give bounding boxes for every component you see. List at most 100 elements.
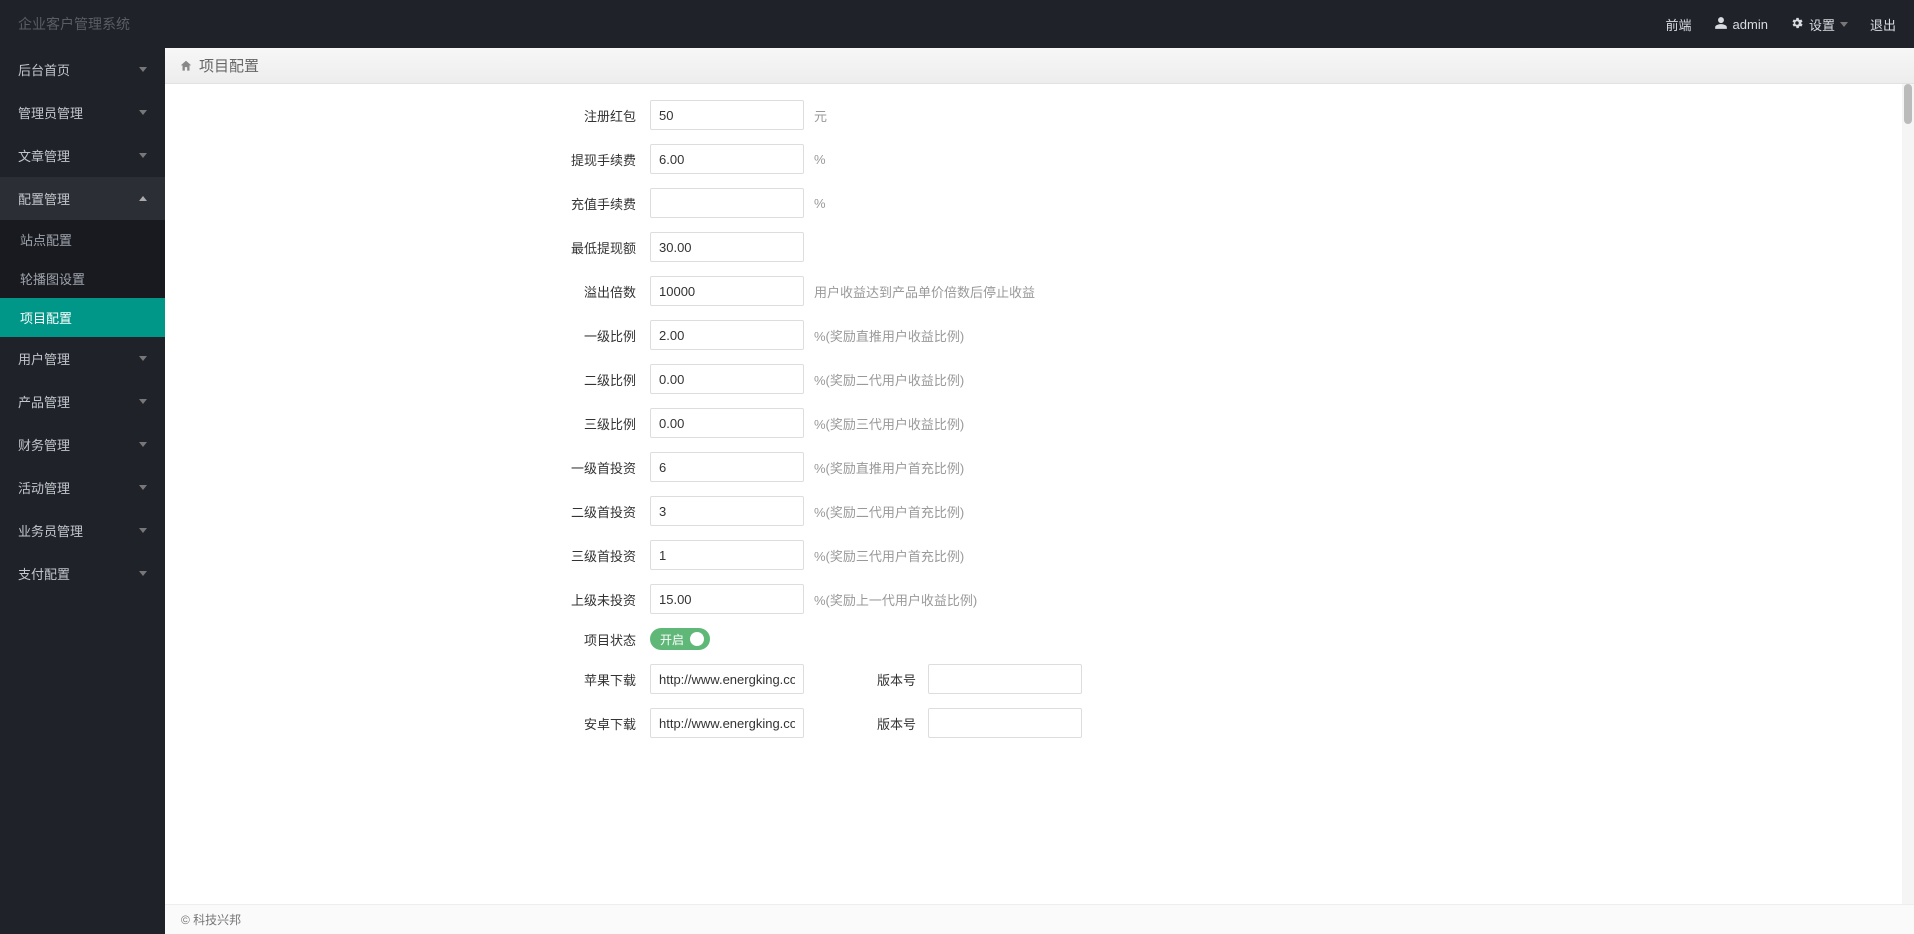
hint-recharge-fee: %: [814, 196, 826, 211]
input-ratio2[interactable]: [650, 364, 804, 394]
label-android-version: 版本号: [826, 714, 916, 733]
hint-ratio2: %(奖励二代用户收益比例): [814, 370, 964, 389]
status-switch[interactable]: 开启: [650, 628, 710, 650]
content-area: 注册红包 元 提现手续费 % 充值手续费 % 最低提现额 溢出倍数: [165, 84, 1914, 934]
chevron-down-icon: [139, 571, 147, 576]
hint-first2: %(奖励二代用户首充比例): [814, 502, 964, 521]
sidebar-item-user[interactable]: 用户管理: [0, 337, 165, 380]
input-overflow-multi[interactable]: [650, 276, 804, 306]
scrollbar-thumb[interactable]: [1904, 84, 1912, 124]
label-up-noinvest: 上级未投资: [165, 590, 650, 609]
row-first3: 三级首投资 %(奖励三代用户首充比例): [165, 540, 1914, 570]
logout-label: 退出: [1870, 15, 1896, 34]
label-first2: 二级首投资: [165, 502, 650, 521]
hint-register-bonus: 元: [814, 106, 827, 125]
input-first1[interactable]: [650, 452, 804, 482]
input-apple-version[interactable]: [928, 664, 1082, 694]
chevron-down-icon: [139, 153, 147, 158]
sidebar-sub-carousel[interactable]: 轮播图设置: [0, 259, 165, 298]
sidebar-item-sales[interactable]: 业务员管理: [0, 509, 165, 552]
top-header: 企业客户管理系统 前端 admin 设置 退出: [0, 0, 1914, 48]
hint-ratio1: %(奖励直推用户收益比例): [814, 326, 964, 345]
chevron-down-icon: [139, 485, 147, 490]
row-withdraw-fee: 提现手续费 %: [165, 144, 1914, 174]
user-icon: [1714, 16, 1728, 33]
label-first3: 三级首投资: [165, 546, 650, 565]
sidebar-item-config[interactable]: 配置管理: [0, 177, 165, 220]
breadcrumb: 项目配置: [165, 48, 1914, 84]
label-first1: 一级首投资: [165, 458, 650, 477]
logout-link[interactable]: 退出: [1870, 15, 1896, 34]
input-min-withdraw[interactable]: [650, 232, 804, 262]
input-register-bonus[interactable]: [650, 100, 804, 130]
switch-knob: [690, 632, 704, 646]
frontend-link[interactable]: 前端: [1666, 15, 1692, 34]
hint-first1: %(奖励直推用户首充比例): [814, 458, 964, 477]
row-ratio1: 一级比例 %(奖励直推用户收益比例): [165, 320, 1914, 350]
input-android-version[interactable]: [928, 708, 1082, 738]
sidebar-item-product[interactable]: 产品管理: [0, 380, 165, 423]
input-first3[interactable]: [650, 540, 804, 570]
sidebar-item-label: 活动管理: [18, 478, 70, 497]
sidebar-sub-site-config[interactable]: 站点配置: [0, 220, 165, 259]
input-up-noinvest[interactable]: [650, 584, 804, 614]
row-apple-dl: 苹果下载 版本号: [165, 664, 1914, 694]
sidebar-sub-label: 项目配置: [20, 311, 72, 326]
row-first1: 一级首投资 %(奖励直推用户首充比例): [165, 452, 1914, 482]
input-apple-dl[interactable]: [650, 664, 804, 694]
switch-text: 开启: [660, 631, 684, 648]
input-first2[interactable]: [650, 496, 804, 526]
sidebar-sub-project-config[interactable]: 项目配置: [0, 298, 165, 337]
hint-up-noinvest: %(奖励上一代用户收益比例): [814, 590, 977, 609]
sidebar-item-label: 财务管理: [18, 435, 70, 454]
label-overflow-multi: 溢出倍数: [165, 282, 650, 301]
header-right: 前端 admin 设置 退出: [1666, 15, 1896, 34]
row-overflow-multi: 溢出倍数 用户收益达到产品单价倍数后停止收益: [165, 276, 1914, 306]
hint-ratio3: %(奖励三代用户收益比例): [814, 414, 964, 433]
label-min-withdraw: 最低提现额: [165, 238, 650, 257]
sidebar-item-label: 后台首页: [18, 60, 70, 79]
chevron-down-icon: [139, 442, 147, 447]
sidebar-item-payment[interactable]: 支付配置: [0, 552, 165, 595]
footer: © 科技兴邦: [165, 904, 1914, 934]
sidebar-item-article[interactable]: 文章管理: [0, 134, 165, 177]
input-android-dl[interactable]: [650, 708, 804, 738]
sidebar-submenu-config: 站点配置 轮播图设置 项目配置: [0, 220, 165, 337]
hint-withdraw-fee: %: [814, 152, 826, 167]
sidebar-item-activity[interactable]: 活动管理: [0, 466, 165, 509]
user-label: admin: [1733, 17, 1768, 32]
hint-overflow-multi: 用户收益达到产品单价倍数后停止收益: [814, 282, 1035, 301]
label-apple-version: 版本号: [826, 670, 916, 689]
settings-menu[interactable]: 设置: [1790, 15, 1848, 34]
sidebar-sub-label: 轮播图设置: [20, 272, 85, 287]
frontend-label: 前端: [1666, 15, 1692, 34]
sidebar-item-label: 支付配置: [18, 564, 70, 583]
chevron-down-icon: [1840, 22, 1848, 27]
input-ratio3[interactable]: [650, 408, 804, 438]
input-withdraw-fee[interactable]: [650, 144, 804, 174]
brand-label: 企业客户管理系统: [18, 14, 130, 34]
copyright: © 科技兴邦: [181, 911, 241, 928]
sidebar-item-label: 产品管理: [18, 392, 70, 411]
chevron-down-icon: [139, 528, 147, 533]
page-title: 项目配置: [199, 55, 259, 76]
label-register-bonus: 注册红包: [165, 106, 650, 125]
row-min-withdraw: 最低提现额: [165, 232, 1914, 262]
row-first2: 二级首投资 %(奖励二代用户首充比例): [165, 496, 1914, 526]
label-recharge-fee: 充值手续费: [165, 194, 650, 213]
vertical-scrollbar[interactable]: [1902, 84, 1914, 934]
label-ratio3: 三级比例: [165, 414, 650, 433]
row-ratio2: 二级比例 %(奖励二代用户收益比例): [165, 364, 1914, 394]
chevron-down-icon: [139, 399, 147, 404]
sidebar-item-dashboard[interactable]: 后台首页: [0, 48, 165, 91]
label-withdraw-fee: 提现手续费: [165, 150, 650, 169]
row-register-bonus: 注册红包 元: [165, 100, 1914, 130]
sidebar-item-finance[interactable]: 财务管理: [0, 423, 165, 466]
sidebar-item-label: 文章管理: [18, 146, 70, 165]
sidebar-item-admin[interactable]: 管理员管理: [0, 91, 165, 134]
label-status: 项目状态: [165, 630, 650, 649]
main-panel: 项目配置 注册红包 元 提现手续费 % 充值手续费 % 最低提现额: [165, 48, 1914, 934]
input-recharge-fee[interactable]: [650, 188, 804, 218]
input-ratio1[interactable]: [650, 320, 804, 350]
user-menu[interactable]: admin: [1714, 16, 1768, 33]
